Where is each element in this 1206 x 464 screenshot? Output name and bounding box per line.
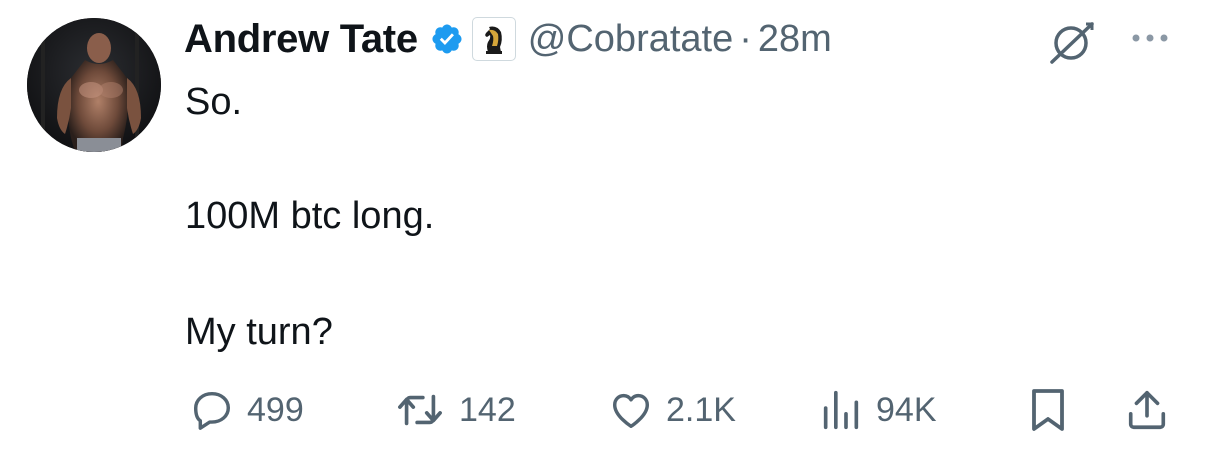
action-bar: 499 142 2.1K 94K	[0, 382, 1206, 438]
retweet-button[interactable]: 142	[393, 382, 516, 438]
reply-count: 499	[247, 390, 304, 429]
share-button[interactable]	[1124, 382, 1170, 438]
chess-knight-icon[interactable]	[471, 17, 516, 61]
views-bar-chart-icon	[818, 387, 864, 433]
retweet-icon	[393, 387, 447, 433]
bookmark-button[interactable]	[1026, 382, 1070, 438]
views-count: 94K	[876, 390, 937, 429]
like-button[interactable]: 2.1K	[608, 382, 736, 438]
timestamp[interactable]: 28m	[758, 18, 832, 61]
avatar[interactable]	[27, 18, 161, 152]
bookmark-icon	[1026, 386, 1070, 434]
retweet-count: 142	[459, 390, 516, 429]
verified-badge-icon[interactable]	[430, 22, 464, 56]
share-upload-icon	[1124, 387, 1170, 433]
more-options-icon[interactable]	[1128, 30, 1172, 46]
views-button[interactable]: 94K	[818, 382, 937, 438]
tweet-header: Andrew Tate @Cobratate · 28m	[184, 10, 832, 68]
display-name[interactable]: Andrew Tate	[184, 17, 418, 62]
tweet-text-line: My turn?	[185, 311, 333, 353]
separator-dot: ·	[739, 17, 752, 60]
tweet-text-line: So.	[185, 81, 243, 123]
tweet-card: Andrew Tate @Cobratate · 28m So. 100M bt…	[0, 0, 1206, 464]
author-handle[interactable]: @Cobratate	[528, 18, 733, 61]
reply-bubble-icon	[189, 387, 235, 433]
grok-icon[interactable]	[1046, 16, 1098, 68]
like-count: 2.1K	[666, 390, 736, 429]
reply-button[interactable]: 499	[189, 382, 304, 438]
heart-icon	[608, 387, 654, 433]
tweet-text-line: 100M btc long.	[185, 195, 435, 237]
